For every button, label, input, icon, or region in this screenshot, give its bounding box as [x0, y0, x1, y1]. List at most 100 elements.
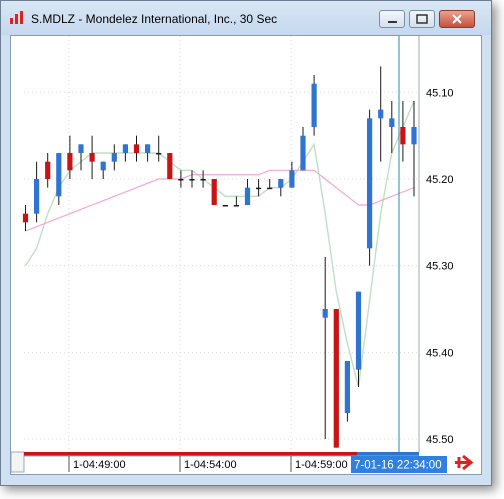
candle-body	[278, 179, 284, 188]
candle	[322, 257, 328, 439]
candle-body	[289, 170, 295, 188]
candle-body	[156, 153, 162, 155]
axis-corner-box[interactable]	[10, 451, 25, 473]
candle-body	[378, 109, 384, 119]
time-axis: 1-04:49:00 1-04:54:00 1-04:59:00 7-01-16…	[10, 451, 481, 474]
candle	[256, 179, 262, 197]
candle-body	[333, 309, 339, 448]
price-axis: 45.50 45.40 45.30 45.20 45.10	[418, 36, 454, 452]
candle-body	[311, 83, 317, 127]
x-tick-label: 1-04:49:00	[73, 459, 126, 471]
candle	[389, 101, 395, 153]
candle	[167, 153, 173, 179]
candle	[45, 153, 51, 188]
title-bar[interactable]: S.MDLZ - Mondelez International, Inc., 3…	[1, 1, 491, 35]
candle-body	[222, 205, 228, 207]
candle	[189, 170, 195, 188]
candle-body	[22, 213, 29, 223]
chart-area[interactable]: 45.50 45.40 45.30 45.20 45.10 1-04:49:00…	[10, 35, 482, 475]
ma-slow-line	[25, 169, 415, 232]
y-tick-label: 45.50	[426, 434, 454, 446]
candle	[367, 109, 373, 266]
candle-body	[145, 144, 151, 153]
candle	[22, 205, 29, 231]
candle	[222, 205, 228, 207]
candlesticks	[22, 66, 417, 448]
candle	[100, 161, 106, 179]
time-scroll-thumb[interactable]	[357, 452, 419, 456]
candle-body	[122, 144, 128, 153]
maximize-icon	[416, 14, 428, 24]
candle-body	[89, 153, 95, 162]
x-tick-label: 1-04:59:00	[295, 459, 348, 471]
candle	[111, 144, 117, 171]
ma-fast-line	[24, 100, 415, 388]
close-button[interactable]	[439, 10, 475, 28]
window-title: S.MDLZ - Mondelez International, Inc., 3…	[31, 12, 278, 26]
y-tick-label: 45.30	[426, 261, 454, 273]
candle	[333, 309, 339, 448]
candle	[378, 66, 384, 162]
candle	[133, 135, 140, 162]
cursor-time-label: 7-01-16 22:34:00	[354, 460, 442, 472]
chart-window: S.MDLZ - Mondelez International, Inc., 3…	[0, 0, 492, 486]
candle	[34, 161, 40, 223]
candle	[300, 127, 306, 171]
candle	[344, 361, 350, 422]
grid-lines	[24, 36, 419, 452]
candle	[311, 75, 317, 136]
candle	[78, 144, 84, 171]
price-chart[interactable]: 45.50 45.40 45.30 45.20 45.10 1-04:49:00…	[10, 36, 481, 474]
candle	[178, 170, 184, 188]
close-icon	[452, 14, 462, 24]
candle-body	[389, 118, 395, 127]
candle	[145, 144, 151, 162]
candle-body	[178, 179, 184, 181]
candle-body	[56, 153, 62, 197]
minimize-icon	[388, 21, 397, 23]
candle-body	[67, 153, 73, 171]
candle-body	[100, 161, 106, 171]
candle-body	[322, 309, 328, 318]
candle-body	[400, 127, 406, 145]
y-tick-label: 45.10	[426, 87, 454, 99]
chart-app-icon	[10, 11, 23, 24]
candle-body	[367, 118, 373, 249]
candle	[211, 179, 217, 205]
candle-body	[111, 153, 117, 162]
candle-body	[411, 127, 417, 145]
candle-body	[78, 144, 84, 153]
candle	[289, 161, 295, 188]
candle-body	[133, 144, 140, 153]
candle-body	[233, 205, 239, 207]
candle	[411, 101, 417, 197]
candle	[278, 179, 284, 197]
candle	[122, 144, 128, 162]
candle	[200, 170, 206, 188]
candle-body	[34, 179, 40, 214]
x-tick-label: 1-04:54:00	[184, 459, 237, 471]
minimize-button[interactable]	[379, 10, 405, 28]
candle-body	[267, 187, 273, 190]
time-scroll-bar[interactable]	[24, 452, 357, 456]
candle-body	[300, 135, 306, 171]
candle-body	[45, 161, 51, 179]
candle	[89, 135, 95, 179]
candle-body	[189, 179, 195, 181]
candle	[56, 153, 62, 205]
moving-averages	[24, 100, 415, 388]
candle-body	[256, 187, 262, 190]
maximize-button[interactable]	[409, 10, 435, 28]
candle	[244, 179, 251, 205]
candle	[400, 101, 406, 162]
y-tick-label: 45.20	[426, 174, 454, 186]
candle-body	[167, 153, 173, 179]
candle	[156, 135, 162, 162]
candle-body	[344, 361, 350, 413]
candle	[233, 196, 239, 207]
candle-body	[244, 187, 251, 205]
candle-body	[211, 179, 217, 205]
candle-body	[355, 291, 362, 370]
candle-body	[200, 179, 206, 181]
y-tick-label: 45.40	[426, 347, 454, 359]
